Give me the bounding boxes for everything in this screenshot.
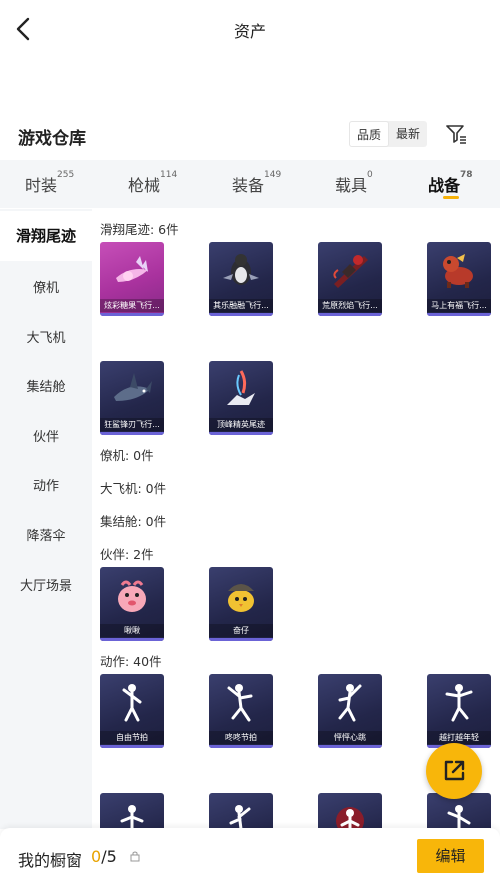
lock-icon <box>130 851 140 862</box>
dancer-icon <box>336 807 364 829</box>
item-tile[interactable]: 奋仔 <box>209 567 273 641</box>
item-name: 奋仔 <box>209 624 273 637</box>
sort-quality-button[interactable]: 品质 <box>349 121 389 147</box>
sidebar-item-partner[interactable]: 伙伴 <box>0 426 92 445</box>
sidebar-item-plane[interactable]: 大飞机 <box>0 327 92 346</box>
dancer-icon <box>229 805 251 829</box>
category-label-trail: 滑翔尾迹: 6件 <box>100 222 179 237</box>
sidebar-item-wingman[interactable]: 僚机 <box>0 277 92 296</box>
item-name: 荒原烈焰飞行... <box>318 299 382 312</box>
item-name: 自由节拍 <box>100 731 164 744</box>
item-tile[interactable]: 顶峰精英尾迹 <box>209 361 273 435</box>
shark-trail-icon <box>114 373 152 401</box>
dancer-icon <box>447 805 471 829</box>
elite-trail-icon <box>227 370 255 405</box>
item-tile[interactable] <box>318 793 382 829</box>
sidebar-item-emote[interactable]: 动作 <box>0 475 92 494</box>
item-tile[interactable]: 炫彩糖果飞行... <box>100 242 164 316</box>
jiujiu-partner-icon <box>118 580 146 612</box>
item-tile[interactable] <box>209 793 273 829</box>
dancer-icon <box>122 684 142 722</box>
category-label-partner: 伙伴: 2件 <box>100 547 154 562</box>
bottom-bar: 我的橱窗 0/5 编辑 <box>0 828 500 885</box>
fenzai-partner-icon <box>228 584 254 612</box>
showcase-count: 0/5 <box>91 847 117 866</box>
filter-icon[interactable] <box>444 122 468 146</box>
item-tile[interactable]: 荒原烈焰飞行... <box>318 242 382 316</box>
share-icon <box>444 760 465 781</box>
item-name: 炫彩糖果飞行... <box>100 299 164 312</box>
candy-trail-icon <box>116 256 148 282</box>
item-tile[interactable]: 自由节拍 <box>100 674 164 748</box>
item-name: 怦怦心跳 <box>318 731 382 744</box>
item-tile[interactable]: 越打越年轻 <box>427 674 491 748</box>
sidebar-item-trail[interactable]: 滑翔尾迹 <box>0 211 92 261</box>
section-title: 游戏仓库 <box>18 129 86 149</box>
item-name: 其乐融融飞行... <box>209 299 273 312</box>
horse-trail-icon <box>443 254 473 288</box>
edit-button[interactable]: 编辑 <box>417 839 484 873</box>
dancer-icon <box>338 684 362 722</box>
item-name: 马上有福飞行... <box>427 299 491 312</box>
item-tile[interactable] <box>100 793 164 829</box>
sidebar-item-parachute[interactable]: 降落伞 <box>0 525 92 544</box>
sort-newest-button[interactable]: 最新 <box>389 121 427 147</box>
showcase-label: 我的橱窗 <box>18 851 83 870</box>
item-tile[interactable]: 狂鲨锋刃飞行... <box>100 361 164 435</box>
share-button[interactable] <box>426 743 482 799</box>
sort-toggle: 品质 最新 <box>349 121 427 147</box>
category-label-pod: 集结舱: 0件 <box>100 514 167 529</box>
tab-fashion[interactable]: 时装255 <box>25 170 74 196</box>
category-label-plane: 大飞机: 0件 <box>100 481 167 496</box>
dancer-icon <box>445 684 473 722</box>
sidebar: 滑翔尾迹 僚机 大飞机 集结舱 伙伴 动作 降落伞 大厅场景 <box>0 209 92 829</box>
penguin-trail-icon <box>223 254 259 285</box>
tab-active-indicator <box>443 196 459 199</box>
item-name: 咚咚节拍 <box>209 731 273 744</box>
category-label-wingman: 僚机: 0件 <box>100 448 154 463</box>
category-label-emote: 动作: 40件 <box>100 654 162 669</box>
item-tile[interactable]: 怦怦心跳 <box>318 674 382 748</box>
item-tile[interactable]: 啾啾 <box>100 567 164 641</box>
dancer-icon <box>120 805 144 829</box>
item-tile[interactable]: 其乐融融飞行... <box>209 242 273 316</box>
tab-war-gear[interactable]: 战备78 <box>428 170 473 196</box>
section-header: 游戏仓库 品质 最新 <box>0 118 500 158</box>
flame-trail-icon <box>333 255 368 288</box>
tab-equipment[interactable]: 装备149 <box>232 170 281 196</box>
dancer-icon <box>227 684 253 722</box>
top-bar: 资产 <box>0 0 500 60</box>
item-tile[interactable]: 马上有福飞行... <box>427 242 491 316</box>
item-name: 顶峰精英尾迹 <box>209 418 273 431</box>
sidebar-item-pod[interactable]: 集结舱 <box>0 376 92 395</box>
item-name: 啾啾 <box>100 624 164 637</box>
tab-vehicles[interactable]: 载具0 <box>335 170 373 196</box>
page-title: 资产 <box>233 22 266 41</box>
item-tile[interactable]: 咚咚节拍 <box>209 674 273 748</box>
item-grid: 滑翔尾迹: 6件 炫彩糖果飞行... 其乐融融飞行... 荒原烈焰飞行... 马… <box>92 209 500 829</box>
item-name: 狂鲨锋刃飞行... <box>100 418 164 431</box>
sidebar-item-lobby-scene[interactable]: 大厅场景 <box>0 575 92 594</box>
category-tabs: 时装255 枪械114 装备149 载具0 战备78 <box>0 160 500 208</box>
item-name: 越打越年轻 <box>427 731 491 744</box>
tab-weapons[interactable]: 枪械114 <box>128 170 177 196</box>
